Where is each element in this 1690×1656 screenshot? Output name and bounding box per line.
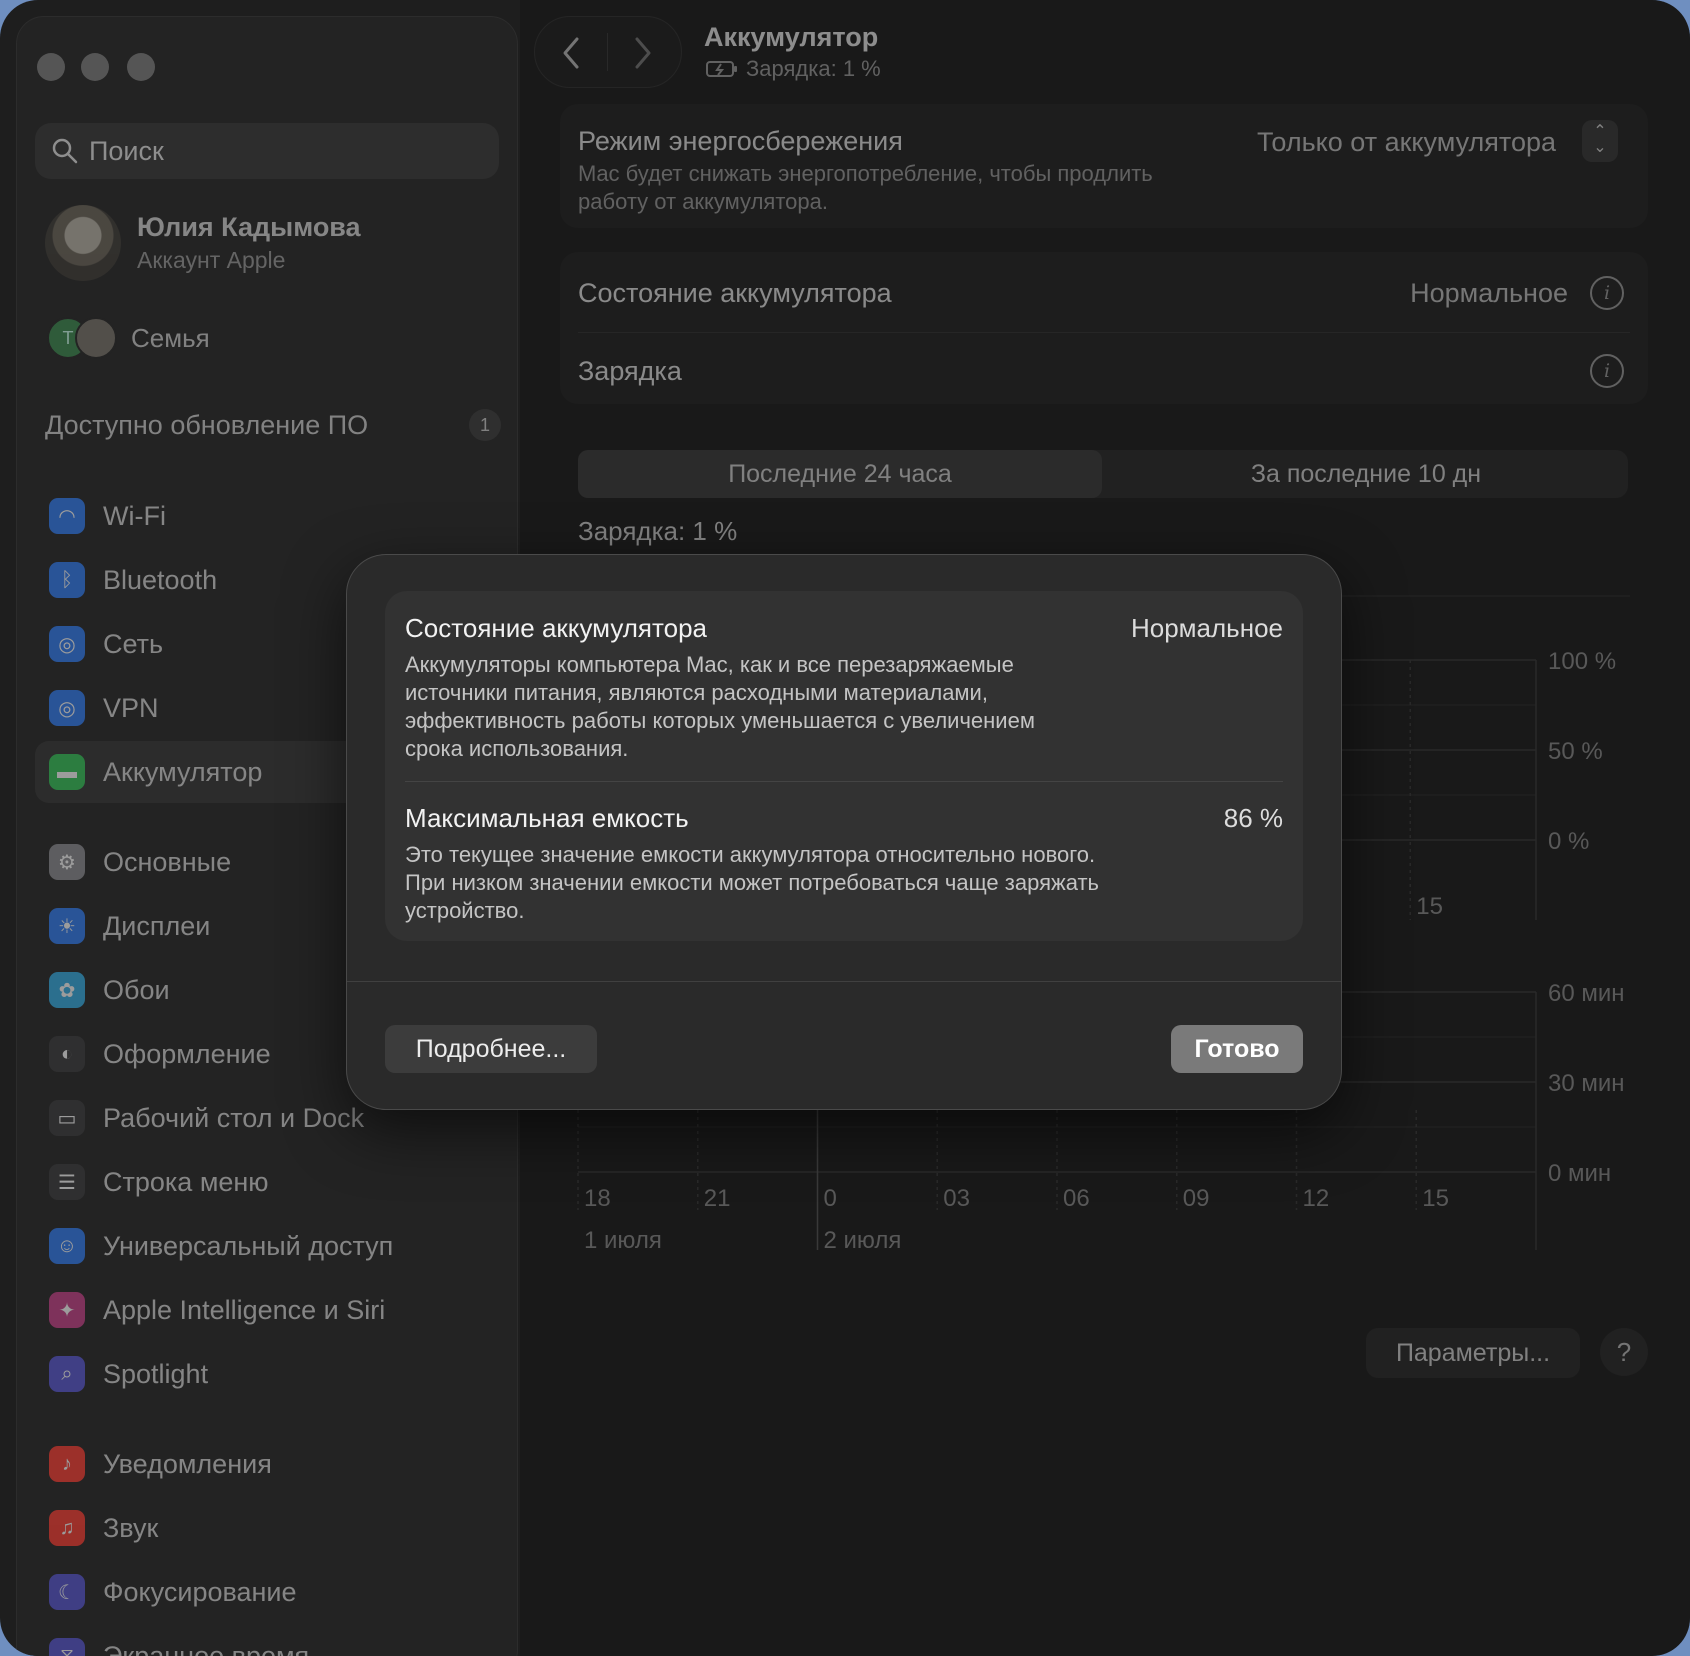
dialog-health-desc-4: срока использования.	[405, 736, 629, 761]
hourglass-icon: ⧖	[49, 1638, 85, 1656]
dialog-capacity-desc-2: При низком значении емкости может потреб…	[405, 870, 1099, 895]
magnifier-icon: ⌕	[49, 1356, 85, 1392]
dialog-capacity-desc-3: устройство.	[405, 898, 525, 923]
speaker-icon: ♫	[49, 1510, 85, 1546]
bell-icon: ♪	[49, 1446, 85, 1482]
sidebar-item-label: Экранное время	[103, 1640, 310, 1656]
dialog-health-desc-1: Аккумуляторы компьютера Mac, как и все п…	[405, 652, 1014, 677]
sidebar-item-speaker[interactable]: ♫ Звук	[35, 1497, 499, 1559]
sidebar-item-hourglass[interactable]: ⧖ Экранное время	[35, 1625, 499, 1656]
battery-health-dialog: Состояние аккумулятора Нормальное Аккуму…	[346, 554, 1342, 1110]
sidebar-item-label: Звук	[103, 1512, 159, 1543]
dialog-health-label: Состояние аккумулятора	[405, 613, 708, 643]
dialog-capacity-value: 86 %	[1223, 803, 1283, 833]
moon-icon: ☾	[49, 1574, 85, 1610]
settings-window: Поиск Юлия Кадымова Аккаунт Apple Т Семь…	[0, 0, 1690, 1656]
dialog-capacity-label: Максимальная емкость	[405, 803, 689, 833]
dialog-row-divider	[405, 781, 1283, 782]
dialog-footer-divider	[347, 981, 1341, 982]
learn-more-button[interactable]: Подробнее...	[385, 1025, 597, 1073]
sidebar-item-label: Уведомления	[103, 1448, 272, 1479]
sidebar-item-label: Spotlight	[103, 1358, 209, 1389]
done-button[interactable]: Готово	[1171, 1025, 1303, 1073]
sidebar-item-magnifier[interactable]: ⌕ Spotlight	[35, 1343, 499, 1405]
sidebar-item-moon[interactable]: ☾ Фокусирование	[35, 1561, 499, 1623]
dialog-capacity-desc-1: Это текущее значение емкости аккумулятор…	[405, 842, 1096, 867]
sidebar-item-label: Фокусирование	[103, 1576, 297, 1607]
dialog-health-desc-3: эффективность работы которых уменьшается…	[405, 708, 1035, 733]
sidebar-item-bell[interactable]: ♪ Уведомления	[35, 1433, 499, 1495]
dialog-info-card: Состояние аккумулятора Нормальное Аккуму…	[385, 591, 1303, 941]
dialog-health-value: Нормальное	[1130, 613, 1283, 643]
dialog-health-desc-2: источники питания, являются расходными м…	[405, 680, 988, 705]
